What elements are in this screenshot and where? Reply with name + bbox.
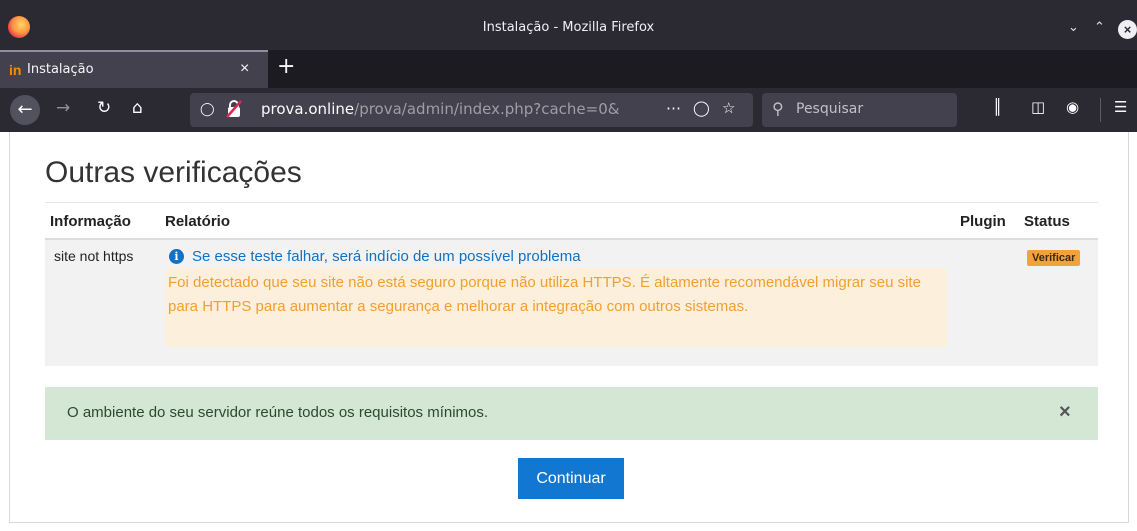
tab-strip: in Instalação × + xyxy=(0,50,1137,88)
sidebar-icon[interactable]: ◫ xyxy=(1031,98,1045,116)
header-informacao: Informação xyxy=(50,213,131,230)
info-icon: i xyxy=(169,249,184,264)
library-icon[interactable]: ║ xyxy=(993,98,1002,116)
window-titlebar: Instalação - Mozilla Firefox ⌄ ⌃ × xyxy=(0,0,1137,50)
tab-label: Instalação xyxy=(27,62,94,77)
url-host: prova.online xyxy=(261,100,355,118)
maximize-icon[interactable]: ⌃ xyxy=(1094,20,1105,35)
toolbar-separator xyxy=(1100,98,1101,122)
forward-icon[interactable]: → xyxy=(56,98,70,118)
cell-info: site not https xyxy=(54,248,134,264)
tab-close-icon[interactable]: × xyxy=(240,60,249,78)
header-plugin: Plugin xyxy=(960,213,1006,230)
home-icon[interactable]: ⌂ xyxy=(132,98,143,118)
page-actions-icon[interactable]: ⋯ xyxy=(666,99,681,117)
table-row: site not https i Se esse teste falhar, se… xyxy=(45,240,1098,366)
url-path: /prova/admin/index.php?cache=0& xyxy=(354,100,620,118)
insecure-lock-icon[interactable] xyxy=(226,100,242,118)
bookmark-star-icon[interactable]: ☆ xyxy=(722,99,735,117)
table-header: Informação Relatório Plugin Status xyxy=(45,202,1098,240)
continue-button[interactable]: Continuar xyxy=(518,458,624,499)
reload-icon[interactable]: ↻ xyxy=(97,98,111,118)
navigation-toolbar: ← → ↻ ⌂ ◯ prova.online/prova/admin/index… xyxy=(0,88,1137,132)
window-title: Instalação - Mozilla Firefox xyxy=(482,20,655,35)
search-icon: ⚲ xyxy=(772,101,784,118)
header-relatorio: Relatório xyxy=(165,213,231,230)
minimize-icon[interactable]: ⌄ xyxy=(1068,20,1079,35)
menu-icon[interactable]: ☰ xyxy=(1114,98,1127,116)
report-title[interactable]: i Se esse teste falhar, será indício de u… xyxy=(169,248,581,265)
status-badge: Verificar xyxy=(1027,250,1081,266)
search-box[interactable]: ⚲ Pesquisar xyxy=(762,93,957,127)
url-bar[interactable]: ◯ prova.online/prova/admin/index.php?cac… xyxy=(190,93,753,127)
warning-box: Foi detectado que seu site não está segu… xyxy=(165,268,947,347)
header-status: Status xyxy=(1024,213,1070,230)
back-icon[interactable]: ← xyxy=(10,95,40,125)
success-alert: O ambiente do seu servidor reúne todos o… xyxy=(45,387,1098,440)
report-title-text: Se esse teste falhar, será indício de um… xyxy=(192,248,581,265)
search-placeholder: Pesquisar xyxy=(796,101,864,117)
account-icon[interactable]: ◉ xyxy=(1066,98,1079,116)
shield-icon[interactable]: ◯ xyxy=(200,101,215,117)
tab-favicon: in xyxy=(9,62,22,78)
section-title: Outras verificações xyxy=(45,156,302,189)
window-close-icon[interactable]: × xyxy=(1118,20,1137,39)
new-tab-icon[interactable]: + xyxy=(277,54,295,79)
close-icon[interactable]: × xyxy=(1059,401,1071,424)
pocket-icon[interactable]: ◯ xyxy=(693,99,710,117)
url-text[interactable]: prova.online/prova/admin/index.php?cache… xyxy=(261,100,661,118)
page-content: Outras verificações Informação Relatório… xyxy=(0,132,1137,531)
tab-instalacao[interactable]: in Instalação × xyxy=(0,50,268,88)
alert-message: O ambiente do seu servidor reúne todos o… xyxy=(67,404,489,421)
